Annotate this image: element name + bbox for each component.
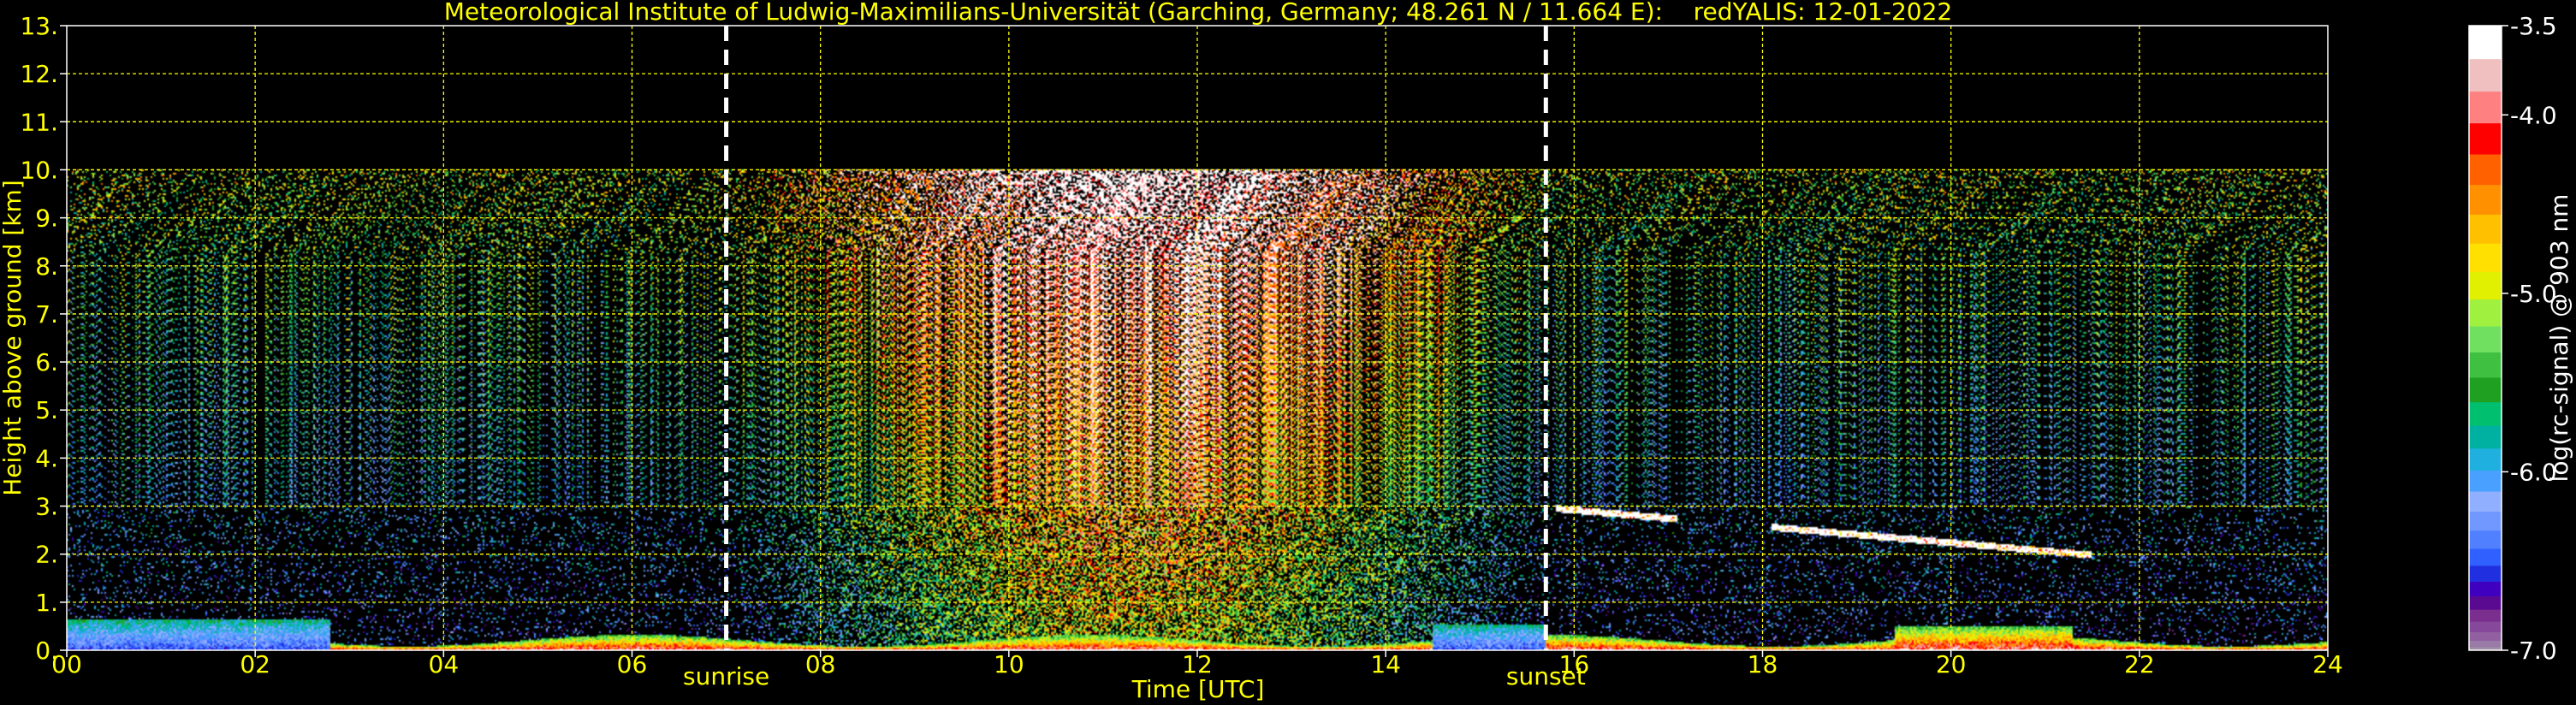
y-tick-label: 1.	[35, 589, 58, 617]
colorbar-segment	[2469, 26, 2502, 60]
y-axis-label: Height above ground [km]	[0, 180, 27, 496]
y-tick-label: 4.	[35, 444, 58, 472]
x-tick-label: 04	[429, 650, 460, 678]
colorbar-segment	[2469, 91, 2502, 124]
x-tick-label: 24	[2312, 650, 2343, 678]
colorbar-segment	[2469, 595, 2502, 610]
y-tick-label: 3.	[35, 493, 58, 521]
colorbar-tick-label: -7.0	[2510, 637, 2557, 665]
x-tick-label: 02	[240, 650, 270, 678]
colorbar-segment	[2469, 621, 2502, 632]
colorbar: -3.5-4.0-5.0-6.0-7.0	[2468, 12, 2557, 665]
x-tick-label: 10	[994, 650, 1024, 678]
colorbar-segment	[2469, 214, 2502, 244]
colorbar-segment	[2469, 58, 2502, 92]
y-tick-label: 12.	[20, 60, 58, 88]
y-tick-label: 8.	[35, 252, 58, 281]
colorbar-segment	[2469, 548, 2502, 566]
colorbar-segment	[2469, 640, 2502, 648]
x-tick-label: 06	[617, 650, 648, 678]
colorbar-tick-label: -4.0	[2510, 101, 2557, 129]
y-tick-label: 7.	[35, 300, 58, 329]
colorbar-segment	[2469, 243, 2502, 272]
y-tick-label: 2.	[35, 541, 58, 569]
colorbar-tick-label: -3.5	[2510, 12, 2557, 40]
colorbar-segment	[2469, 511, 2502, 531]
y-tick-label: 0.	[35, 637, 58, 665]
y-tick-label: 11.	[20, 108, 58, 136]
chart-title: Meteorological Institute of Ludwig-Maxim…	[444, 0, 1952, 26]
colorbar-segment	[2469, 565, 2502, 582]
x-axis-label: Time [UTC]	[1131, 675, 1265, 703]
colorbar-segment	[2469, 325, 2502, 352]
colorbar-segment	[2469, 447, 2502, 471]
colorbar-segment	[2469, 491, 2502, 512]
y-tick-label: 9.	[35, 204, 58, 233]
colorbar-segment	[2469, 401, 2502, 426]
colorbar-segment	[2469, 184, 2502, 215]
colorbar-segment	[2469, 271, 2502, 300]
x-tick-label: 22	[2124, 650, 2155, 678]
x-tick-label: 20	[1936, 650, 1967, 678]
colorbar-segment	[2469, 470, 2502, 492]
x-tick-label: 14	[1370, 650, 1401, 678]
x-tick-label: 18	[1748, 650, 1778, 678]
colorbar-segment	[2469, 425, 2502, 449]
y-tick-label: 13.	[20, 12, 58, 40]
y-tick-label: 6.	[35, 348, 58, 376]
colorbar-segment	[2469, 530, 2502, 549]
colorbar-label: log(rc-signal) @ 903 nm	[2545, 194, 2573, 483]
lidar-chart: sunrise sunset 00 02 04 06 08 10 12 14 16 18 20 22 24…	[0, 0, 2573, 703]
colorbar-segment	[2469, 609, 2502, 622]
colorbar-segment	[2469, 631, 2502, 641]
colorbar-segment	[2469, 154, 2502, 186]
colorbar-segment	[2469, 581, 2502, 597]
x-tick-label: 16	[1559, 650, 1590, 678]
colorbar-segment	[2469, 122, 2502, 155]
y-tick-label: 5.	[35, 396, 58, 424]
x-tick-label: 08	[805, 650, 836, 678]
colorbar-segment	[2469, 376, 2502, 403]
sunrise-label: sunrise	[683, 662, 769, 690]
colorbar-segment	[2469, 299, 2502, 327]
colorbar-segment	[2469, 352, 2502, 378]
